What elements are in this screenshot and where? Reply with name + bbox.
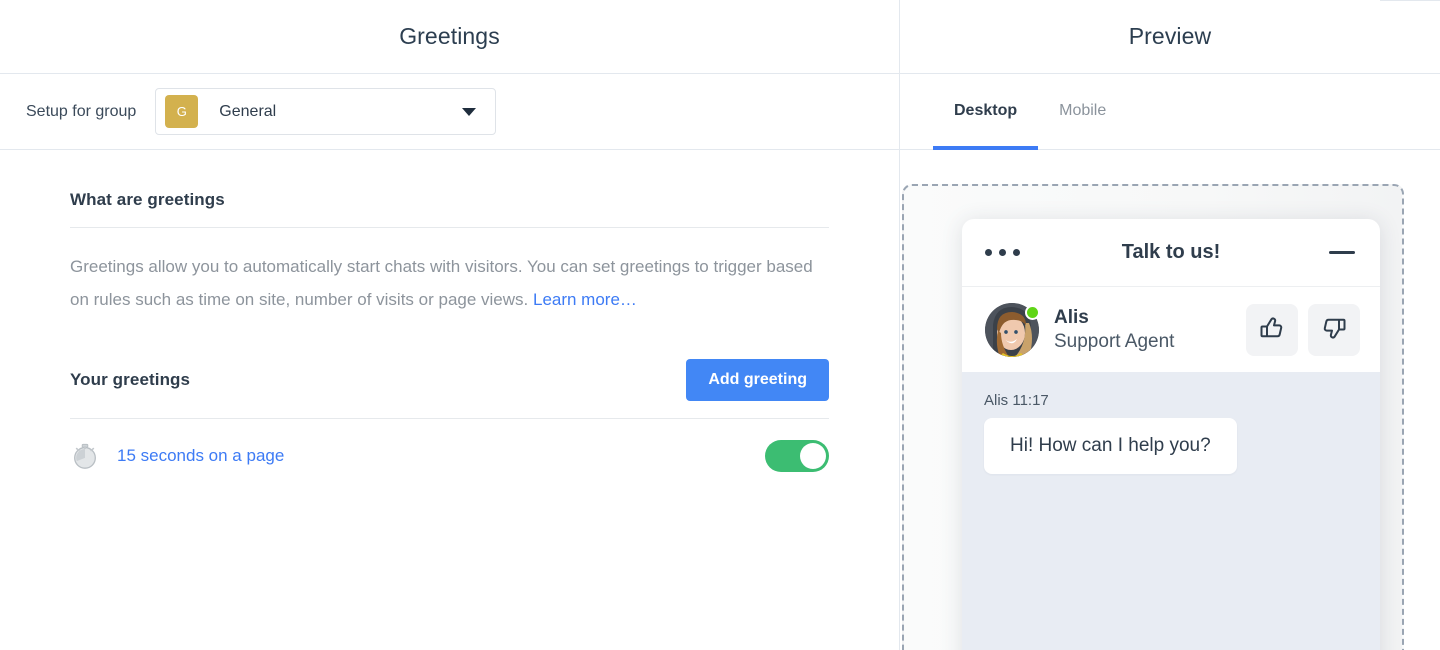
chat-agent-bar: Alis Support Agent bbox=[962, 286, 1380, 372]
greeting-enabled-toggle[interactable] bbox=[765, 440, 829, 472]
list-item: 15 seconds on a page bbox=[70, 419, 829, 493]
group-select-value: General bbox=[219, 102, 277, 120]
online-status-dot bbox=[1025, 304, 1040, 320]
greetings-list: 15 seconds on a page bbox=[70, 419, 829, 493]
preview-tabs: Desktop Mobile bbox=[900, 74, 1440, 150]
preview-title: Preview bbox=[1128, 23, 1212, 49]
thumbs-down-button[interactable] bbox=[1308, 303, 1360, 356]
group-selector-bar: Setup for group G General bbox=[0, 74, 899, 150]
chat-widget-preview: Talk to us! Alis Support Agent Alis 11:1… bbox=[962, 219, 1380, 650]
setup-for-group-label: Setup for group bbox=[26, 102, 137, 120]
page-title: Greetings bbox=[399, 23, 500, 49]
tab-desktop[interactable]: Desktop bbox=[933, 74, 1039, 150]
agent-role: Support Agent bbox=[1054, 330, 1175, 352]
chat-message-area: Alis 11:17 Hi! How can I help you? bbox=[962, 372, 1380, 650]
toggle-knob bbox=[800, 443, 826, 469]
your-greetings-header: Your greetings Add greeting bbox=[70, 359, 829, 401]
greetings-content: What are greetings Greetings allow you t… bbox=[0, 150, 899, 493]
about-section-body: Greetings allow you to automatically sta… bbox=[70, 250, 829, 316]
thumbs-up-button[interactable] bbox=[1246, 303, 1298, 356]
greetings-settings-screen: Greetings Setup for group G General What… bbox=[0, 0, 1440, 650]
divider bbox=[1380, 0, 1440, 1]
your-greetings-title: Your greetings bbox=[70, 370, 191, 389]
minimize-icon[interactable] bbox=[1329, 251, 1355, 254]
agent-meta: Alis Support Agent bbox=[1054, 306, 1174, 354]
greeting-name-link[interactable]: 15 seconds on a page bbox=[117, 446, 284, 466]
about-text: Greetings allow you to automatically sta… bbox=[70, 257, 813, 309]
group-avatar: G bbox=[165, 95, 199, 128]
greetings-panel: Greetings Setup for group G General What… bbox=[0, 0, 900, 650]
tab-mobile[interactable]: Mobile bbox=[1038, 74, 1127, 150]
agent-name: Alis bbox=[1054, 306, 1089, 328]
chat-widget-titlebar: Talk to us! bbox=[962, 219, 1380, 286]
preview-panel: Preview Desktop Mobile Talk to us! Alis … bbox=[900, 0, 1440, 650]
group-select-dropdown[interactable]: G General bbox=[155, 88, 497, 135]
message-meta: Alis 11:17 bbox=[984, 392, 1049, 409]
greetings-panel-header: Greetings bbox=[0, 0, 899, 74]
add-greeting-button[interactable]: Add greeting bbox=[686, 359, 829, 401]
menu-dots-icon[interactable] bbox=[985, 249, 1020, 256]
rating-buttons bbox=[1246, 303, 1360, 356]
preview-panel-header: Preview bbox=[900, 0, 1440, 74]
about-section-title: What are greetings bbox=[70, 190, 225, 209]
learn-more-link[interactable]: Learn more… bbox=[533, 290, 637, 309]
avatar bbox=[985, 302, 1040, 357]
divider bbox=[70, 227, 829, 228]
thumbs-up-icon bbox=[1259, 315, 1285, 344]
chevron-down-icon bbox=[462, 107, 477, 116]
thumbs-down-icon bbox=[1321, 315, 1347, 344]
chat-widget-title: Talk to us! bbox=[1121, 241, 1221, 263]
message-bubble: Hi! How can I help you? bbox=[984, 418, 1237, 474]
preview-stage: Talk to us! Alis Support Agent Alis 11:1… bbox=[900, 150, 1440, 650]
stopwatch-icon bbox=[70, 441, 106, 471]
